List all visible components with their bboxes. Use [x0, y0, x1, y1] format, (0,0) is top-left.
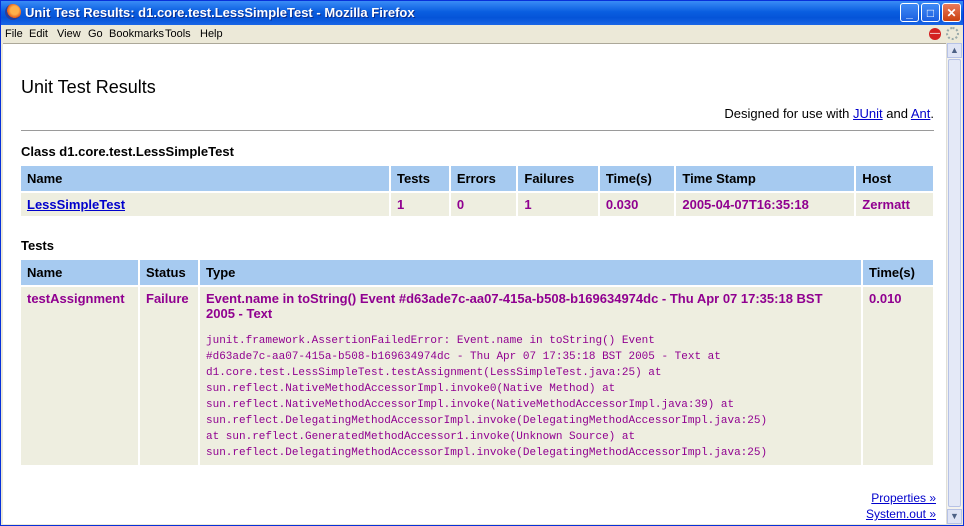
bottom-links: Properties » System.out »	[866, 490, 936, 522]
title-bar[interactable]: Unit Test Results: d1.core.test.LessSimp…	[1, 1, 963, 25]
stop-icon[interactable]: —	[929, 28, 941, 40]
designed-prefix: Designed for use with	[724, 106, 854, 121]
page-title: Unit Test Results	[21, 77, 156, 97]
cell-type: Event.name in toString() Event #d63ade7c…	[200, 287, 861, 465]
class-heading: Class d1.core.test.LessSimpleTest	[21, 144, 234, 159]
table-row: LessSimpleTest 1 0 1 0.030 2005-04-07T16…	[21, 193, 933, 216]
menu-file[interactable]: File	[5, 28, 23, 40]
page-content: Unit Test Results Designed for use with …	[3, 43, 948, 524]
col-status: Status	[140, 260, 198, 285]
firefox-icon[interactable]	[5, 4, 21, 20]
col-timestamp: Time Stamp	[676, 166, 855, 191]
summary-table: Name Tests Errors Failures Time(s) Time …	[19, 164, 935, 218]
col-test-name: Name	[21, 260, 138, 285]
summary-header-row: Name Tests Errors Failures Time(s) Time …	[21, 166, 933, 191]
menu-help[interactable]: Help	[200, 28, 223, 40]
cell-errors: 0	[450, 193, 517, 216]
tests-heading: Tests	[21, 238, 54, 253]
designed-note: Designed for use with JUnit and Ant.	[724, 106, 934, 121]
cell-failures: 1	[518, 193, 598, 216]
period-text: .	[930, 106, 934, 121]
cell-host: Zermatt	[856, 193, 933, 216]
tests-header-row: Name Status Type Time(s)	[21, 260, 933, 285]
junit-link[interactable]: JUnit	[853, 106, 883, 121]
cell-time: 0.030	[599, 193, 675, 216]
cell-test-time: 0.010	[863, 287, 933, 465]
maximize-button[interactable]: □	[921, 3, 940, 22]
testsuite-link[interactable]: LessSimpleTest	[27, 197, 125, 212]
properties-link[interactable]: Properties »	[866, 490, 936, 506]
menu-view[interactable]: View	[57, 28, 81, 40]
col-failures: Failures	[518, 166, 598, 191]
menu-go[interactable]: Go	[88, 28, 103, 40]
table-row: testAssignment Failure Event.name in toS…	[21, 287, 933, 465]
menu-bookmarks[interactable]: Bookmarks	[109, 28, 164, 40]
menu-bar: File Edit View Go Bookmarks Tools Help —	[1, 25, 963, 43]
cell-status: Failure	[140, 287, 198, 465]
throbber-icon	[946, 27, 959, 40]
scroll-up-arrow-icon[interactable]: ▲	[947, 43, 962, 58]
col-tests: Tests	[391, 166, 449, 191]
col-errors: Errors	[450, 166, 517, 191]
cell-timestamp: 2005-04-07T16:35:18	[676, 193, 855, 216]
tests-table: Name Status Type Time(s) testAssignment …	[19, 258, 935, 467]
close-button[interactable]: ✕	[942, 3, 961, 22]
system-out-link[interactable]: System.out »	[866, 506, 936, 522]
stack-trace: junit.framework.AssertionFailedError: Ev…	[206, 335, 768, 459]
cell-tests: 1	[391, 193, 449, 216]
minimize-button[interactable]: _	[900, 3, 919, 22]
col-host: Host	[856, 166, 933, 191]
ant-link[interactable]: Ant	[911, 106, 931, 121]
browser-window: Unit Test Results: d1.core.test.LessSimp…	[0, 0, 964, 526]
vertical-scrollbar[interactable]: ▲ ▼	[946, 43, 962, 524]
divider	[21, 130, 934, 131]
col-test-time: Time(s)	[863, 260, 933, 285]
cell-test-name: testAssignment	[21, 287, 138, 465]
failure-message: Event.name in toString() Event #d63ade7c…	[206, 291, 823, 321]
cell-name: LessSimpleTest	[21, 193, 389, 216]
col-type: Type	[200, 260, 861, 285]
scroll-thumb[interactable]	[948, 59, 961, 507]
col-time: Time(s)	[599, 166, 675, 191]
and-text: and	[882, 106, 911, 121]
menu-edit[interactable]: Edit	[29, 28, 48, 40]
scroll-down-arrow-icon[interactable]: ▼	[947, 509, 962, 524]
window-title: Unit Test Results: d1.core.test.LessSimp…	[25, 5, 415, 20]
col-name: Name	[21, 166, 389, 191]
menu-tools[interactable]: Tools	[165, 28, 191, 40]
